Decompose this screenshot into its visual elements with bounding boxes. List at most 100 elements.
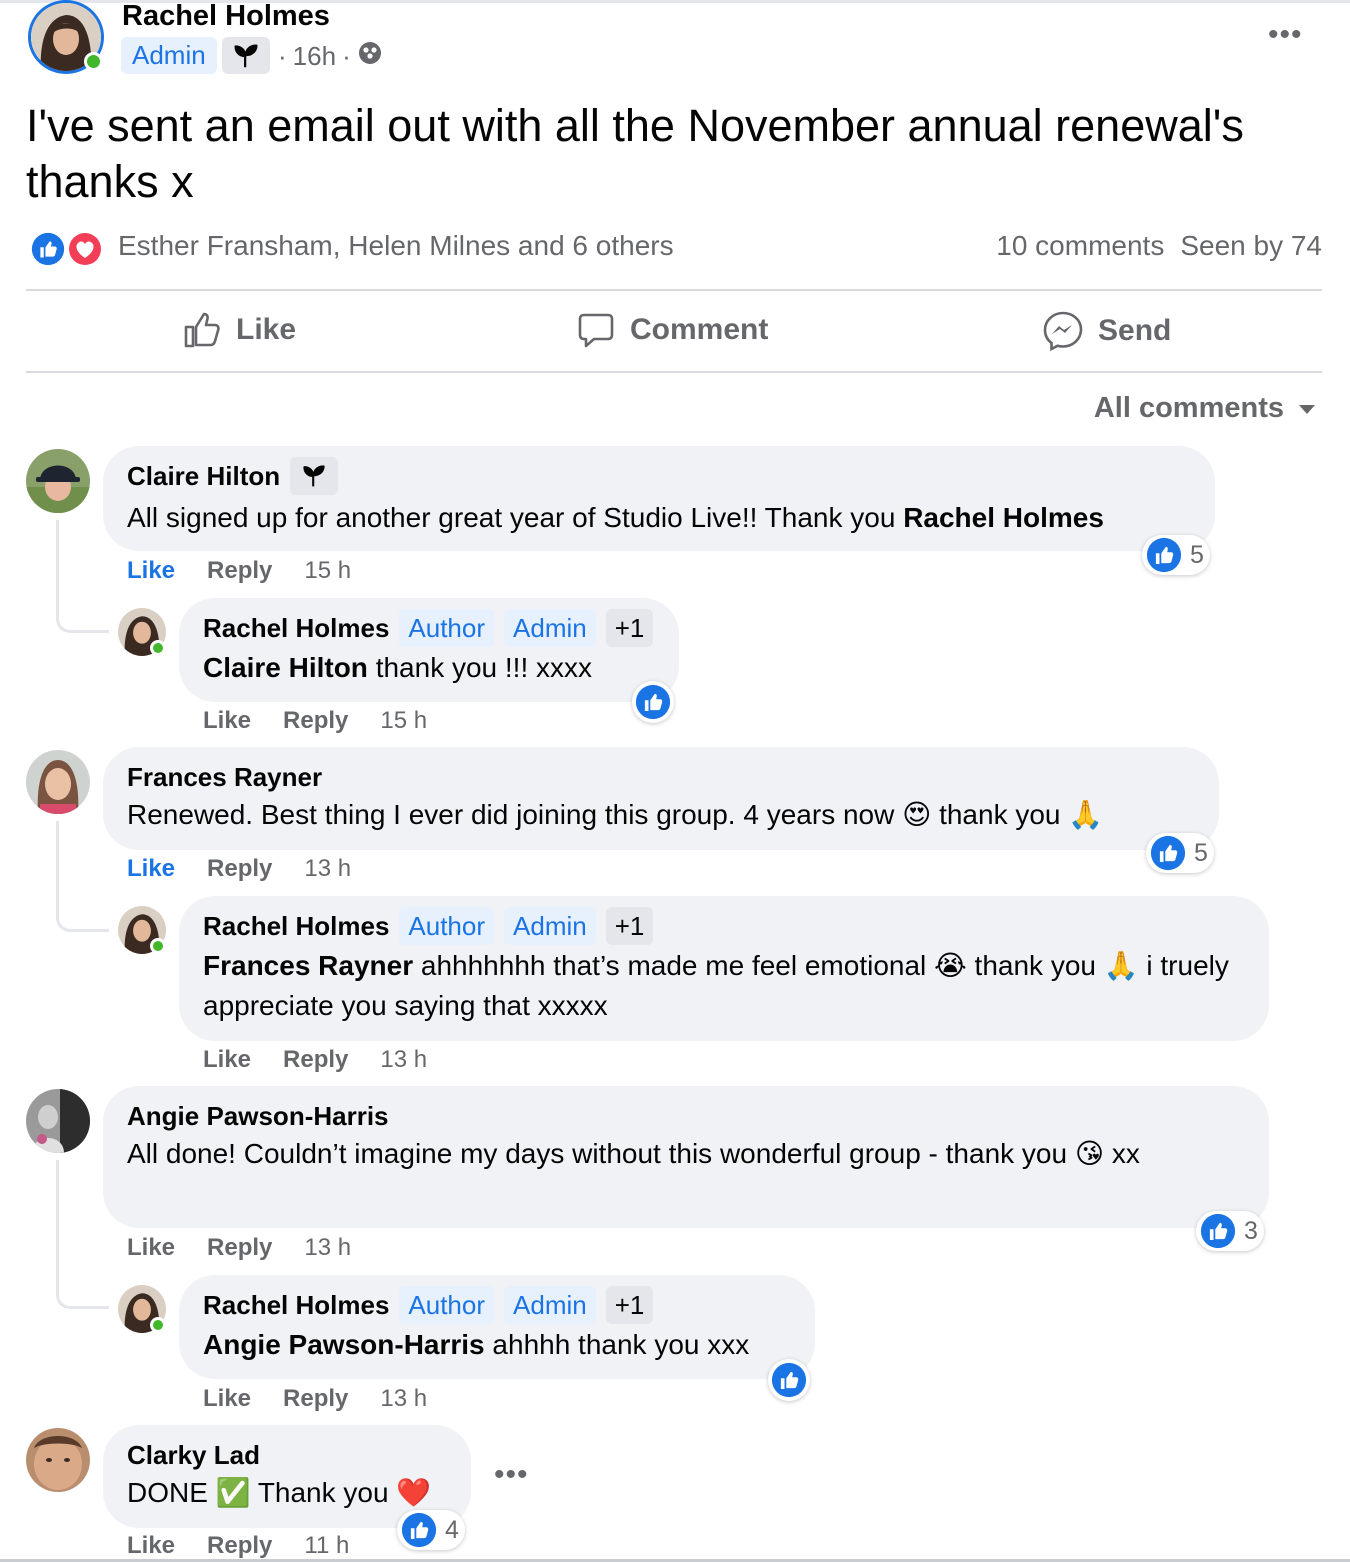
reply-actions: Like Reply 13 h: [203, 1046, 427, 1074]
like-reaction-icon: [401, 1512, 437, 1548]
commenter-avatar[interactable]: [26, 1428, 90, 1492]
sprout-icon[interactable]: [222, 37, 270, 74]
reply-time[interactable]: 13 h: [380, 1046, 427, 1074]
like-link[interactable]: Like: [203, 1046, 251, 1074]
send-button[interactable]: Send: [1042, 310, 1171, 352]
admin-tag[interactable]: Admin: [504, 907, 596, 945]
reply-text: thank you !!! xxxx: [367, 652, 593, 683]
comment-text: DONE ✅ Thank you ❤️: [127, 1477, 432, 1508]
comments-count[interactable]: 10 comments: [996, 230, 1164, 262]
more-tags[interactable]: +1: [605, 907, 654, 945]
author-tag[interactable]: Author: [399, 1286, 495, 1324]
reply-bubble: Rachel Holmes Author Admin +1 Frances Ra…: [179, 896, 1269, 1041]
comment-time[interactable]: 13 h: [304, 855, 351, 883]
reaction-icons[interactable]: [29, 229, 105, 269]
mention-link[interactable]: Claire Hilton: [203, 652, 368, 683]
comment-reactions[interactable]: 3: [1196, 1211, 1264, 1251]
comment-time[interactable]: 13 h: [304, 1234, 351, 1262]
seen-by-count[interactable]: Seen by 74: [1180, 230, 1322, 262]
reply-author-name[interactable]: Rachel Holmes: [203, 911, 389, 942]
thumbs-up-icon: [184, 312, 220, 348]
reply-time[interactable]: 15 h: [380, 707, 427, 735]
commenter-avatar[interactable]: [26, 449, 90, 513]
online-indicator: [150, 1317, 166, 1333]
admin-tag[interactable]: Admin: [504, 609, 596, 647]
post-author-name[interactable]: Rachel Holmes: [122, 0, 330, 33]
sort-label: All comments: [1093, 392, 1284, 424]
comment-actions: Like Reply 11 h: [127, 1532, 349, 1560]
reply-author-name[interactable]: Rachel Holmes: [203, 1290, 389, 1321]
post-meta: · 16h ·: [278, 40, 383, 73]
comment-icon: [578, 313, 614, 348]
like-label: Like: [236, 313, 297, 346]
mention-link[interactable]: Angie Pawson-Harris: [203, 1329, 485, 1360]
mention-link[interactable]: Frances Rayner: [203, 950, 413, 981]
reaction-count: 3: [1244, 1216, 1258, 1245]
reply-like-reaction[interactable]: [632, 681, 674, 723]
comment-button[interactable]: Comment: [576, 310, 768, 350]
author-tag[interactable]: Author: [399, 907, 495, 945]
reply-link[interactable]: Reply: [207, 1234, 272, 1262]
reply-bubble: Rachel Holmes Author Admin +1 Angie Paws…: [179, 1275, 815, 1379]
like-reaction-icon: [1200, 1213, 1236, 1249]
like-reaction-icon: [1146, 537, 1182, 573]
comment-actions: Like Reply 13 h: [127, 855, 351, 883]
comment-reactions[interactable]: 5: [1142, 535, 1210, 575]
author-tag[interactable]: Author: [399, 609, 495, 647]
reply-time[interactable]: 13 h: [380, 1385, 427, 1413]
comment-text: All done! Couldn’t imagine my days witho…: [127, 1138, 1140, 1169]
admin-badge[interactable]: Admin: [121, 37, 217, 74]
comment-more-options-icon[interactable]: •••: [494, 1458, 529, 1492]
thread-line: [56, 821, 109, 932]
commenter-name[interactable]: Frances Rayner: [127, 762, 322, 793]
thread-line: [56, 1160, 109, 1309]
commenter-name[interactable]: Angie Pawson-Harris: [127, 1101, 389, 1132]
reply-link[interactable]: Reply: [207, 557, 272, 585]
reply-link[interactable]: Reply: [207, 855, 272, 883]
comment-reactions[interactable]: 4: [397, 1510, 465, 1550]
reply-link[interactable]: Reply: [207, 1532, 272, 1560]
comment-bubble: Frances Rayner Renewed. Best thing I eve…: [103, 747, 1219, 850]
comment-text: All signed up for another great year of …: [127, 502, 904, 533]
comment-time[interactable]: 15 h: [304, 557, 351, 585]
reply-like-reaction[interactable]: [768, 1359, 810, 1401]
commenter-avatar[interactable]: [26, 1089, 90, 1153]
reply-author-name[interactable]: Rachel Holmes: [203, 613, 389, 644]
divider-2: [26, 371, 1322, 373]
reactors-summary[interactable]: Esther Fransham, Helen Milnes and 6 othe…: [118, 230, 674, 262]
like-link[interactable]: Like: [127, 557, 175, 585]
mention-link[interactable]: Rachel Holmes: [903, 502, 1104, 533]
reply-link[interactable]: Reply: [283, 1385, 348, 1413]
comment-reactions[interactable]: 5: [1146, 833, 1214, 873]
post-stats: 10 comments Seen by 74: [996, 230, 1322, 262]
post-time[interactable]: 16h: [293, 41, 336, 72]
online-indicator: [150, 938, 166, 954]
reply-text: ahhhh thank you xxx: [484, 1329, 750, 1360]
comment-sort-dropdown[interactable]: All comments: [1094, 392, 1316, 425]
commenter-avatar[interactable]: [26, 750, 90, 814]
admin-tag[interactable]: Admin: [504, 1286, 596, 1324]
like-reaction-icon: [771, 1362, 807, 1398]
like-button[interactable]: Like: [182, 310, 296, 350]
comment-actions: Like Reply 15 h: [127, 557, 351, 585]
like-link[interactable]: Like: [127, 855, 175, 883]
like-link[interactable]: Like: [203, 707, 251, 735]
post-more-options-icon[interactable]: •••: [1268, 18, 1303, 52]
group-members-icon: [357, 40, 383, 73]
reply-link[interactable]: Reply: [283, 1046, 348, 1074]
like-link[interactable]: Like: [127, 1234, 175, 1262]
like-link[interactable]: Like: [127, 1532, 175, 1560]
reply-link[interactable]: Reply: [283, 707, 348, 735]
sprout-icon: [290, 457, 339, 495]
reaction-count: 4: [445, 1515, 459, 1544]
more-tags[interactable]: +1: [605, 609, 654, 647]
reaction-count: 5: [1194, 838, 1208, 867]
send-label: Send: [1098, 314, 1172, 347]
online-indicator: [150, 640, 166, 656]
meta-separator-2: ·: [342, 41, 351, 71]
like-link[interactable]: Like: [203, 1385, 251, 1413]
comment-time[interactable]: 11 h: [304, 1532, 349, 1560]
commenter-name[interactable]: Claire Hilton: [127, 461, 280, 492]
commenter-name[interactable]: Clarky Lad: [127, 1440, 260, 1471]
more-tags[interactable]: +1: [605, 1286, 654, 1324]
